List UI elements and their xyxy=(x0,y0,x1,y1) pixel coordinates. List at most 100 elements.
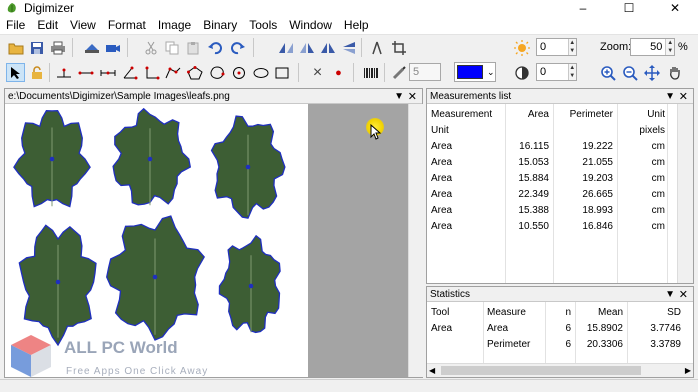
table-row[interactable]: Area 16.115 19.222 cm xyxy=(427,138,669,154)
close-icon[interactable]: ✕ xyxy=(408,89,417,104)
redo-button[interactable] xyxy=(228,38,247,57)
leaf[interactable] xyxy=(218,234,281,334)
table-row[interactable]: Area Area 6 15.8902 3.7746 xyxy=(427,320,685,336)
angle-tool-button[interactable] xyxy=(120,63,139,82)
table-row[interactable]: Perimeter 6 20.3306 3.3789 xyxy=(427,336,685,352)
polyline-tool-button[interactable] xyxy=(163,63,182,82)
scroll-thumb[interactable] xyxy=(441,366,641,375)
mirror-vertical-button[interactable] xyxy=(339,38,358,57)
save-button[interactable] xyxy=(27,38,46,57)
menu-help[interactable]: Help xyxy=(338,16,375,35)
line-width-tool-button[interactable] xyxy=(389,63,408,82)
delete-object-button[interactable]: × xyxy=(308,63,327,82)
contrast-input[interactable] xyxy=(537,64,568,80)
zoom-out-button[interactable] xyxy=(620,63,639,82)
brightness-input[interactable] xyxy=(537,39,568,55)
menu-format[interactable]: Format xyxy=(102,16,152,35)
panel-menu-icon[interactable]: ▼ xyxy=(665,287,675,302)
fit-window-button[interactable] xyxy=(642,63,661,82)
column-header[interactable]: Measurement xyxy=(427,106,505,122)
spin-down-icon[interactable]: ▼ xyxy=(666,47,674,55)
panel-menu-icon[interactable]: ▼ xyxy=(665,89,675,104)
scroll-left-icon[interactable]: ◀ xyxy=(429,364,435,377)
menu-edit[interactable]: Edit xyxy=(31,16,64,35)
line-width-field[interactable] xyxy=(409,63,441,81)
ellipse-tool-button[interactable] xyxy=(251,63,270,82)
leaf[interactable] xyxy=(106,215,205,341)
crop-button[interactable] xyxy=(389,38,408,57)
table-row[interactable]: Area 15.053 21.055 cm xyxy=(427,154,669,170)
spin-up-icon[interactable]: ▲ xyxy=(666,39,674,47)
multiline-tool-button[interactable] xyxy=(98,63,117,82)
menu-image[interactable]: Image xyxy=(152,16,197,35)
image-vertical-scrollbar[interactable] xyxy=(408,104,424,377)
zoom-stepper[interactable]: ▲▼ xyxy=(630,38,675,56)
table-row[interactable]: Area 22.349 26.665 cm xyxy=(427,186,669,202)
window-menu-icon[interactable]: ▼ xyxy=(394,89,404,104)
point-object-button[interactable]: ● xyxy=(329,63,348,82)
brightness-stepper[interactable]: ▲▼ xyxy=(536,38,577,56)
close-icon[interactable]: ✕ xyxy=(679,287,688,302)
statistics-horizontal-scrollbar[interactable]: ◀ ▶ xyxy=(427,363,693,377)
circle-tool-button[interactable] xyxy=(229,63,248,82)
line-width-input[interactable] xyxy=(410,64,440,80)
spin-down-icon[interactable]: ▼ xyxy=(568,72,576,80)
print-button[interactable] xyxy=(48,38,67,57)
menu-view[interactable]: View xyxy=(64,16,102,35)
column-header[interactable]: Unit xyxy=(617,106,669,122)
column-header[interactable]: n xyxy=(545,304,575,320)
contrast-spin-buttons[interactable]: ▲ ▼ xyxy=(567,64,576,80)
brightness-spin-buttons[interactable]: ▲ ▼ xyxy=(567,39,576,55)
freehand-tool-button[interactable] xyxy=(207,63,226,82)
mirror-horizontal-button[interactable] xyxy=(318,38,337,57)
pan-tool-button[interactable] xyxy=(665,63,684,82)
spin-up-icon[interactable]: ▲ xyxy=(568,64,576,72)
polygon-tool-button[interactable] xyxy=(185,63,204,82)
marker-tool-button[interactable] xyxy=(54,63,73,82)
column-header[interactable]: Area xyxy=(505,106,553,122)
straighten-button[interactable] xyxy=(367,38,386,57)
column-header[interactable]: Measure xyxy=(483,304,545,320)
right-angle-tool-button[interactable] xyxy=(142,63,161,82)
column-header[interactable]: Tool xyxy=(427,304,483,320)
zoom-spin-buttons[interactable]: ▲ ▼ xyxy=(665,39,674,55)
open-folder-button[interactable] xyxy=(6,38,25,57)
flip-right-button[interactable] xyxy=(297,38,316,57)
column-header[interactable]: Mean xyxy=(575,304,627,320)
menu-window[interactable]: Window xyxy=(283,16,338,35)
image-canvas[interactable] xyxy=(5,104,308,377)
copy-button[interactable] xyxy=(162,38,181,57)
contrast-stepper[interactable]: ▲▼ xyxy=(536,63,577,81)
leaf[interactable] xyxy=(210,115,286,219)
close-icon[interactable]: ✕ xyxy=(679,89,688,104)
zoom-input[interactable] xyxy=(631,39,666,55)
table-row[interactable]: Area 15.884 19.203 cm xyxy=(427,170,669,186)
lock-tool-button[interactable] xyxy=(27,63,46,82)
line-tool-button[interactable] xyxy=(76,63,95,82)
camera-button[interactable] xyxy=(103,38,122,57)
close-button[interactable]: ✕ xyxy=(652,0,698,16)
leaf[interactable] xyxy=(18,224,97,347)
flip-left-button[interactable] xyxy=(276,38,295,57)
leaf[interactable] xyxy=(112,107,192,206)
leaf[interactable] xyxy=(13,110,91,208)
rectangle-tool-button[interactable] xyxy=(272,63,291,82)
spin-down-icon[interactable]: ▼ xyxy=(568,47,576,55)
table-row[interactable]: Area 10.550 16.846 cm xyxy=(427,218,669,234)
column-header[interactable]: Perimeter xyxy=(553,106,617,122)
barcode-button[interactable] xyxy=(361,63,380,82)
scanner-button[interactable] xyxy=(82,38,101,57)
color-picker[interactable]: ⌄ xyxy=(454,62,496,82)
menu-tools[interactable]: Tools xyxy=(243,16,283,35)
table-row[interactable]: Area 15.388 18.993 cm xyxy=(427,202,669,218)
menu-file[interactable]: File xyxy=(0,16,31,35)
column-header[interactable]: SD xyxy=(627,304,685,320)
menu-binary[interactable]: Binary xyxy=(197,16,243,35)
measurements-vertical-scrollbar[interactable] xyxy=(677,104,693,283)
undo-button[interactable] xyxy=(205,38,224,57)
spin-up-icon[interactable]: ▲ xyxy=(568,39,576,47)
scroll-right-icon[interactable]: ▶ xyxy=(685,364,691,377)
paste-button[interactable] xyxy=(183,38,202,57)
select-tool-button[interactable] xyxy=(6,63,25,82)
maximize-button[interactable]: ☐ xyxy=(606,0,652,16)
